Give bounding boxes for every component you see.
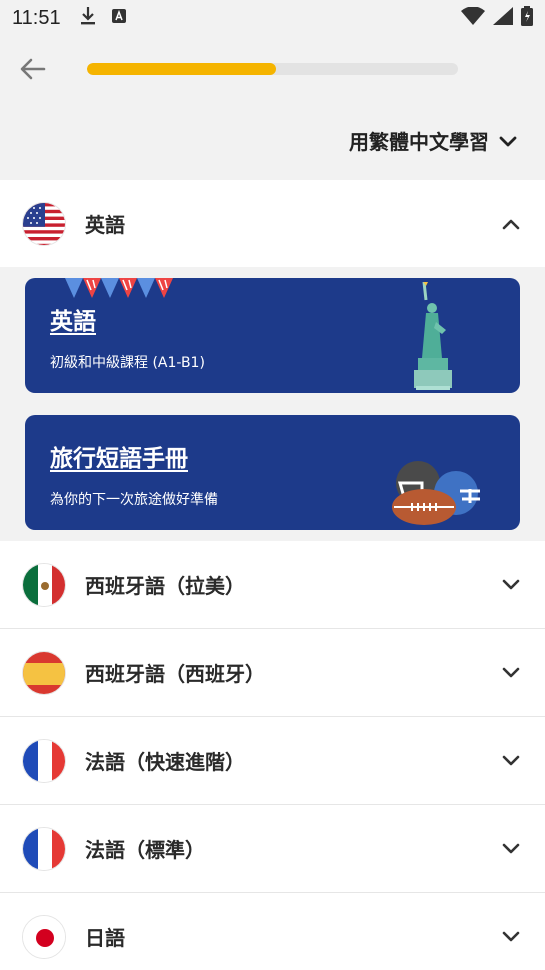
course-row-french-standard[interactable]: 法語（標準） bbox=[0, 805, 545, 893]
chevron-down-icon bbox=[499, 837, 523, 861]
status-time: 11:51 bbox=[12, 6, 61, 29]
mexico-flag-icon bbox=[22, 562, 66, 607]
signal-icon bbox=[493, 6, 513, 30]
football-helmet-icon bbox=[390, 461, 490, 530]
arrow-left-icon bbox=[20, 58, 46, 84]
course-name: 英語 bbox=[85, 213, 125, 237]
ui-language-label: 用繁體中文學習 bbox=[349, 130, 489, 154]
statue-of-liberty-icon bbox=[414, 280, 458, 393]
progress-fill bbox=[87, 63, 277, 75]
course-name: 西班牙語（西班牙） bbox=[85, 662, 265, 686]
course-card-travel-phrasebook[interactable]: 旅行短語手冊 為你的下一次旅途做好準備 bbox=[25, 415, 520, 530]
japan-flag-icon bbox=[22, 914, 66, 959]
battery-icon bbox=[521, 5, 533, 31]
download-icon bbox=[79, 6, 97, 31]
chevron-up-icon bbox=[499, 212, 523, 236]
lesson-progress-bar bbox=[87, 63, 458, 75]
wifi-icon bbox=[461, 5, 485, 30]
chevron-down-icon bbox=[499, 661, 523, 685]
course-list: 英語 英語 初級和中級課程 (A1-B1) 旅行短語手冊 為你的下一次旅途做好準… bbox=[0, 180, 545, 970]
back-button[interactable] bbox=[18, 56, 48, 86]
course-row-japanese[interactable]: 日語 bbox=[0, 893, 545, 970]
us-flag-icon bbox=[22, 201, 66, 246]
course-card-english[interactable]: 英語 初級和中級課程 (A1-B1) bbox=[25, 278, 520, 393]
status-bar: 11:51 bbox=[0, 0, 545, 36]
course-row-french-fast[interactable]: 法語（快速進階） bbox=[0, 717, 545, 805]
course-row-english[interactable]: 英語 bbox=[0, 180, 545, 267]
top-bar bbox=[0, 36, 545, 102]
course-row-spanish-spain[interactable]: 西班牙語（西班牙） bbox=[0, 629, 545, 717]
chevron-down-icon bbox=[499, 749, 523, 773]
chevron-down-icon bbox=[499, 129, 517, 153]
bunting-decoration bbox=[65, 278, 175, 304]
course-name: 法語（標準） bbox=[85, 838, 205, 862]
ui-language-selector[interactable]: 用繁體中文學習 bbox=[349, 126, 517, 155]
course-name: 西班牙語（拉美） bbox=[85, 574, 245, 598]
course-name: 日語 bbox=[85, 926, 125, 950]
course-row-spanish-latam[interactable]: 西班牙語（拉美） bbox=[0, 541, 545, 629]
france-flag-icon bbox=[22, 738, 66, 783]
france-flag-icon bbox=[22, 826, 66, 871]
spain-flag-icon bbox=[22, 650, 66, 695]
chevron-down-icon bbox=[499, 925, 523, 949]
keyboard-a-icon bbox=[111, 7, 127, 29]
english-course-cards: 英語 初級和中級課程 (A1-B1) 旅行短語手冊 為你的下一次旅途做好準備 bbox=[0, 267, 545, 541]
course-name: 法語（快速進階） bbox=[85, 750, 245, 774]
chevron-down-icon bbox=[499, 573, 523, 597]
